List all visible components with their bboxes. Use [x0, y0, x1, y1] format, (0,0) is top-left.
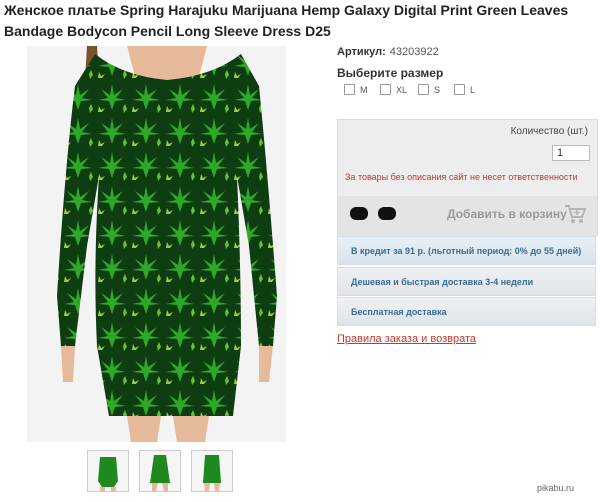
delivery-time-row[interactable]: Дешевая и быстрая доставка 3-4 недели [337, 267, 596, 296]
size-option-m[interactable]: M [344, 84, 368, 95]
quantity-input[interactable]: 1 [552, 145, 590, 161]
thumbnail-1[interactable] [87, 450, 129, 492]
size-option-s[interactable]: S [418, 84, 440, 95]
size-checkbox-m[interactable] [344, 84, 355, 95]
product-title: Женское платье Spring Harajuku Marijuana… [4, 2, 569, 39]
size-option-label: L [470, 84, 476, 95]
quantity-decrease-button[interactable] [350, 207, 368, 220]
no-description-warning: За товары без описания сайт не несет отв… [345, 172, 578, 182]
size-option-label: XL [396, 84, 408, 95]
credit-info-row[interactable]: В кредит за 91 р. (льготный период: 0% д… [337, 236, 596, 265]
add-to-cart-row: Добавить в корзину [337, 196, 598, 236]
free-delivery-row[interactable]: Бесплатная доставка [337, 297, 596, 326]
size-checkbox-s[interactable] [418, 84, 429, 95]
order-panel: Количество (шт.) 1 За товары без описани… [337, 119, 598, 197]
product-main-image[interactable] [27, 46, 286, 442]
quantity-label: Количество (шт.) [510, 126, 588, 137]
size-option-xl[interactable]: XL [380, 84, 407, 95]
sku-label: Артикул: [337, 46, 386, 58]
thumbnail-2[interactable] [139, 450, 181, 492]
order-rules-link[interactable]: Правила заказа и возврата [337, 333, 476, 345]
size-checkbox-xl[interactable] [380, 84, 391, 95]
quantity-increase-button[interactable] [378, 207, 396, 220]
sku-value: 43203922 [389, 46, 439, 58]
watermark: pikabu.ru [537, 483, 575, 493]
cart-icon[interactable] [564, 204, 586, 224]
size-checkbox-l[interactable] [454, 84, 465, 95]
size-option-label: M [360, 84, 368, 95]
size-option-l[interactable]: L [454, 84, 475, 95]
dress-illustration [27, 46, 286, 442]
product-sku: Артикул: 43203922 [337, 46, 439, 58]
size-option-label: S [434, 84, 441, 95]
size-selector-title: Выберите размер [337, 66, 444, 80]
add-to-cart-button[interactable]: Добавить в корзину [447, 207, 567, 221]
thumbnail-3[interactable] [191, 450, 233, 492]
